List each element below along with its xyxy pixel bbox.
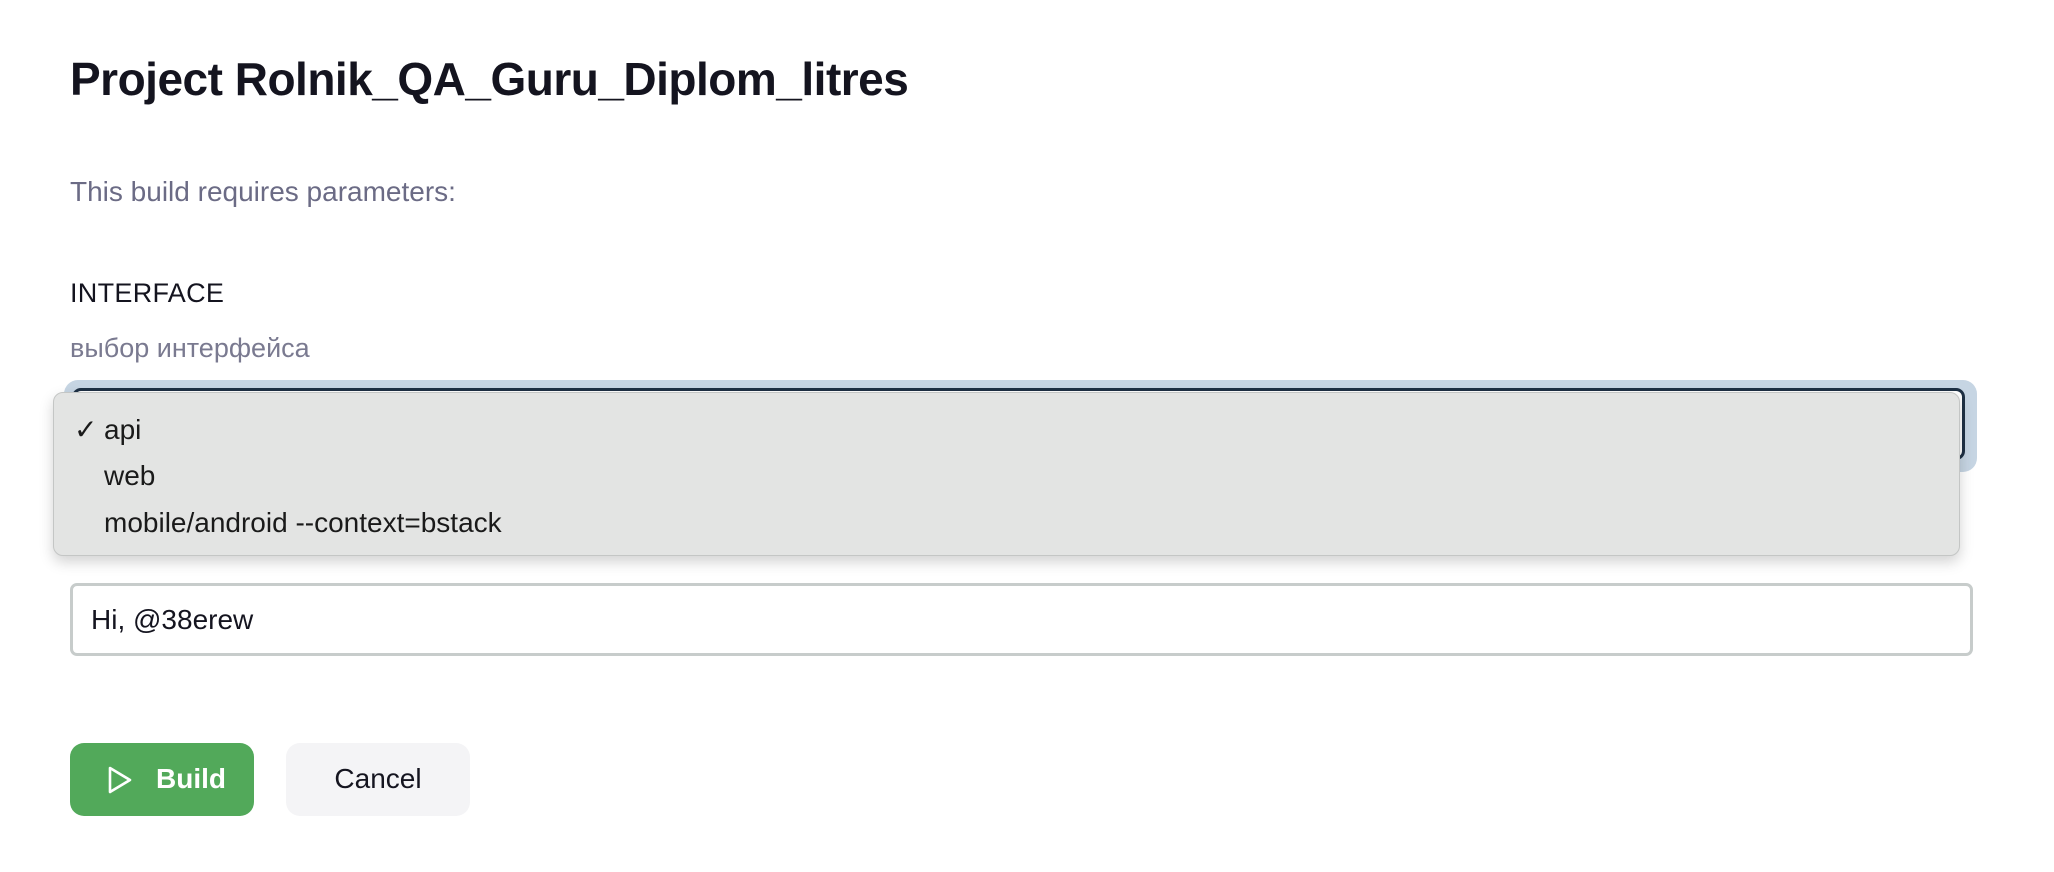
parameters-intro: This build requires parameters:: [70, 176, 456, 207]
dropdown-option-label: api: [104, 414, 142, 445]
parameter-description: выбор интерфейса: [70, 333, 310, 363]
dropdown-option-label: web: [104, 460, 156, 491]
build-button-label: Build: [156, 763, 226, 794]
interface-dropdown-menu: ✓ api web mobile/android --context=bstac…: [53, 392, 1960, 556]
comment-input[interactable]: [70, 583, 1973, 656]
checkmark-icon: ✓: [74, 414, 98, 445]
dropdown-option-mobile-android[interactable]: mobile/android --context=bstack: [54, 500, 1959, 546]
parameter-name: INTERFACE: [70, 278, 225, 308]
cancel-button[interactable]: Cancel: [286, 743, 470, 816]
page-title: Project Rolnik_QA_Guru_Diplom_litres: [70, 53, 909, 105]
build-parameters-page: Project Rolnik_QA_Guru_Diplom_litres Thi…: [0, 0, 2054, 872]
dropdown-option-api[interactable]: ✓ api: [54, 407, 1959, 453]
build-button[interactable]: Build: [70, 743, 254, 816]
play-icon: [108, 766, 132, 794]
dropdown-option-label: mobile/android --context=bstack: [104, 507, 502, 538]
dropdown-option-web[interactable]: web: [54, 453, 1959, 499]
cancel-button-label: Cancel: [334, 763, 422, 794]
